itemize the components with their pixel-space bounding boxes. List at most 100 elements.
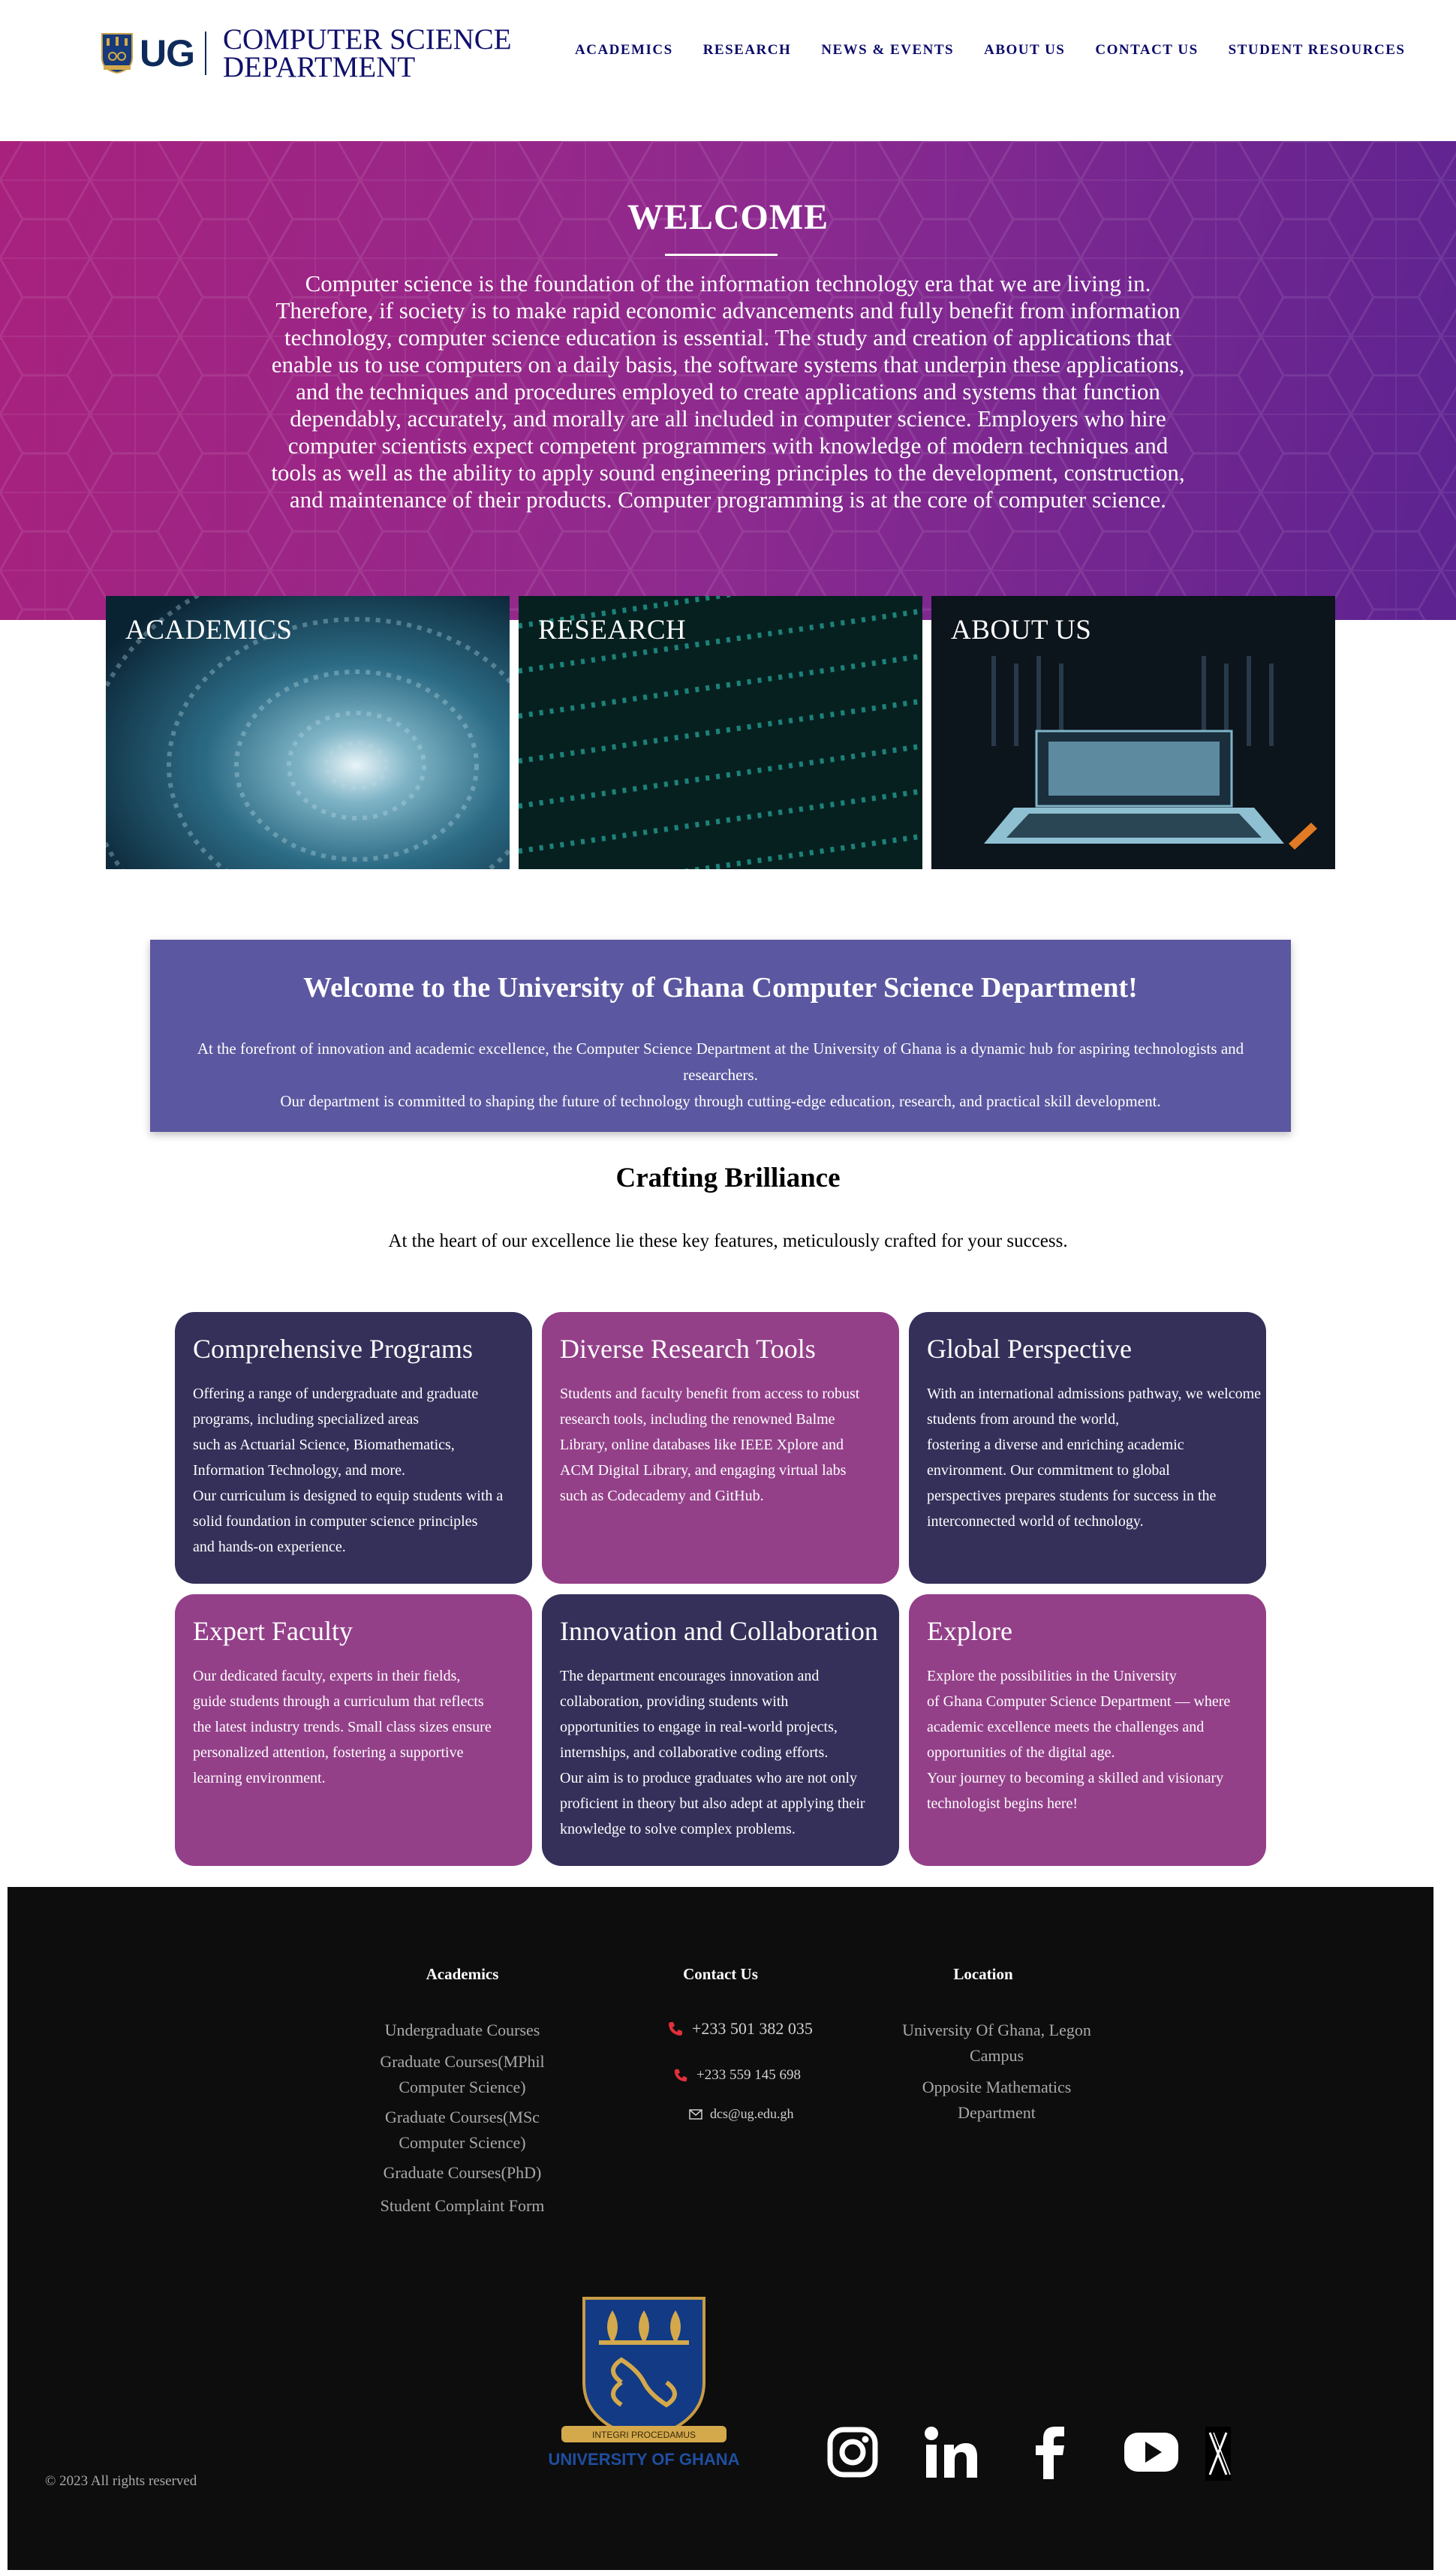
feature-card-line: research tools, including the renowned B…: [560, 1411, 835, 1428]
phone-text: +233 559 145 698: [696, 2067, 801, 2083]
feature-card-line: interconnected world of technology.: [927, 1513, 1144, 1530]
feature-card-line: academic excellence meets the challenges…: [927, 1719, 1205, 1735]
hero-line: computer scientists expect competent pro…: [287, 432, 1169, 459]
footer-link-text: Undergraduate Courses: [384, 2021, 540, 2039]
phone-icon: [669, 2022, 682, 2036]
phone-text: +233 501 382 035: [692, 2019, 813, 2038]
tile-research[interactable]: RESEARCH: [519, 596, 922, 869]
feature-card-expert-faculty: Expert Faculty Our dedicated faculty, ex…: [175, 1594, 532, 1866]
footer-link-mphil[interactable]: Graduate Courses(MPhil Computer Science): [365, 2049, 560, 2100]
feature-card-body: With an international admissions pathway…: [927, 1381, 1266, 1534]
feature-card-line: opportunities to engage in real-world pr…: [560, 1719, 838, 1735]
feature-card-title: Innovation and Collaboration: [560, 1616, 878, 1646]
footer-email[interactable]: dcs@ug.edu.gh: [689, 2106, 794, 2122]
nav-news-events[interactable]: NEWS & EVENTS: [821, 42, 954, 59]
feature-card-line: The department encourages innovation and: [560, 1668, 820, 1684]
facebook-icon[interactable]: [1034, 2425, 1067, 2479]
footer-phone-1[interactable]: +233 501 382 035: [666, 2019, 813, 2039]
tile-academics[interactable]: ACADEMICS: [106, 596, 510, 869]
department-name-line2: DEPARTMENT: [223, 51, 416, 83]
footer-link-msc[interactable]: Graduate Courses(MSc Computer Science): [365, 2105, 560, 2156]
feature-card-line: Your journey to becoming a skilled and v…: [927, 1770, 1224, 1786]
nav-student-resources[interactable]: STUDENT RESOURCES: [1229, 42, 1406, 59]
feature-card-body: Students and faculty benefit from access…: [560, 1381, 899, 1509]
feature-card-line: environment. Our commitment to global: [927, 1462, 1170, 1479]
nav-contact-us[interactable]: CONTACT US: [1095, 42, 1198, 59]
footer-phone-2[interactable]: +233 559 145 698: [672, 2067, 801, 2084]
welcome-banner-line: Our department is committed to shaping t…: [280, 1092, 1161, 1110]
hero-line: and the techniques and procedures employ…: [296, 378, 1160, 405]
x-icon[interactable]: [1205, 2427, 1231, 2481]
nav-academics[interactable]: ACADEMICS: [575, 42, 673, 59]
feature-card-line: programs, including specialized areas: [193, 1411, 419, 1428]
hero-line: dependably, accurately, and morally are …: [290, 405, 1166, 432]
hero-line: Computer science is the foundation of th…: [305, 270, 1151, 296]
feature-card-line: knowledge to solve complex problems.: [560, 1821, 796, 1837]
feature-card-line: Explore the possibilities in the Univers…: [927, 1668, 1177, 1684]
feature-card-line: proficient in theory but also adept at a…: [560, 1795, 865, 1812]
feature-card-body: Offering a range of undergraduate and gr…: [193, 1381, 532, 1560]
department-name: COMPUTER SCIENCE DEPARTMENT: [223, 23, 512, 83]
linkedin-icon[interactable]: [923, 2425, 979, 2479]
logo-name: UNIVERSITY OF GHANA: [548, 2450, 739, 2469]
footer-link-undergraduate[interactable]: Undergraduate Courses: [365, 2018, 560, 2043]
feature-card-line: Library, online databases like IEEE Xplo…: [560, 1437, 844, 1453]
footer-link-text: Student Complaint Form: [380, 2196, 545, 2215]
site-header: UG COMPUTER SCIENCE DEPARTMENT ACADEMICS…: [0, 0, 1456, 141]
feature-card-line: such as Codecademy and GitHub.: [560, 1488, 764, 1504]
features-title: Crafting Brilliance: [615, 1163, 841, 1193]
location-line: Department: [958, 2103, 1036, 2122]
tile-label-about-us: ABOUT US: [951, 615, 1092, 646]
footer-link-text: Graduate Courses(PhD): [383, 2163, 542, 2182]
site-logo[interactable]: UG COMPUTER SCIENCE DEPARTMENT: [101, 23, 512, 83]
page: UG COMPUTER SCIENCE DEPARTMENT ACADEMICS…: [0, 0, 1456, 2576]
welcome-banner: Welcome to the University of Ghana Compu…: [150, 940, 1291, 1132]
hero-title: WELCOME: [627, 197, 829, 237]
university-of-ghana-logo[interactable]: INTEGRI PROCEDAMUS UNIVERSITY OF GHANA: [524, 2292, 764, 2472]
feature-card-line: solid foundation in computer science pri…: [193, 1513, 478, 1530]
feature-card-line: such as Actuarial Science, Biomathematic…: [193, 1437, 455, 1453]
footer-link-text: Computer Science): [399, 2078, 526, 2096]
feature-card-title: Diverse Research Tools: [560, 1334, 816, 1364]
footer-link-phd[interactable]: Graduate Courses(PhD): [365, 2160, 560, 2186]
feature-card-line: internships, and collaborative coding ef…: [560, 1744, 829, 1761]
feature-card-innovation-collaboration: Innovation and Collaboration The departm…: [542, 1594, 899, 1866]
feature-card-line: learning environment.: [193, 1770, 326, 1786]
department-name-line1: COMPUTER SCIENCE: [223, 23, 512, 56]
feature-card-line: Our dedicated faculty, experts in their …: [193, 1668, 461, 1684]
phone-icon: [674, 2069, 687, 2082]
email-text: dcs@ug.edu.gh: [710, 2106, 794, 2121]
main-nav: ACADEMICS RESEARCH NEWS & EVENTS ABOUT U…: [575, 42, 1405, 59]
feature-card-line: students from around the world,: [927, 1411, 1120, 1428]
footer-link-text: Graduate Courses(MSc: [385, 2108, 540, 2126]
feature-card-explore: Explore Explore the possibilities in the…: [909, 1594, 1266, 1866]
logo-ug-text: UG: [140, 32, 195, 74]
footer-link-complaint-form[interactable]: Student Complaint Form: [365, 2193, 560, 2219]
youtube-icon[interactable]: [1123, 2425, 1180, 2479]
feature-card-line: the latest industry trends. Small class …: [193, 1719, 492, 1735]
feature-card-line: collaboration, providing students with: [560, 1693, 789, 1710]
feature-card-line: With an international admissions pathway…: [927, 1386, 1261, 1402]
copyright-text: © 2023 All rights reserved: [45, 2473, 197, 2489]
tile-label-research: RESEARCH: [538, 615, 687, 646]
location-line: Campus: [969, 2046, 1024, 2065]
features-subtitle: At the heart of our excellence lie these…: [388, 1231, 1068, 1251]
tile-about-us[interactable]: ABOUT US: [931, 596, 1335, 869]
instagram-icon[interactable]: [826, 2425, 880, 2479]
mail-icon: [689, 2108, 702, 2120]
footer-link-text: Computer Science): [399, 2133, 526, 2152]
feature-card-body: The department encourages innovation and…: [560, 1663, 899, 1842]
feature-card-line: of Ghana Computer Science Department — w…: [927, 1693, 1231, 1710]
footer-location-address: University Of Ghana, Legon Campus Opposi…: [884, 2018, 1109, 2126]
nav-research[interactable]: RESEARCH: [703, 42, 792, 59]
footer-academics-heading: Academics: [426, 1965, 499, 1983]
logo-motto: INTEGRI PROCEDAMUS: [592, 2430, 696, 2440]
nav-about-us[interactable]: ABOUT US: [984, 42, 1065, 59]
feature-card-line: guide students through a curriculum that…: [193, 1693, 484, 1710]
feature-card-line: personalized attention, fostering a supp…: [193, 1744, 464, 1761]
welcome-banner-text: At the forefront of innovation and acade…: [165, 1036, 1276, 1115]
logo-divider: [205, 32, 206, 75]
feature-card-body: Our dedicated faculty, experts in their …: [193, 1663, 532, 1791]
feature-card-title: Explore: [927, 1616, 1012, 1646]
feature-card-line: Our aim is to produce graduates who are …: [560, 1770, 858, 1786]
